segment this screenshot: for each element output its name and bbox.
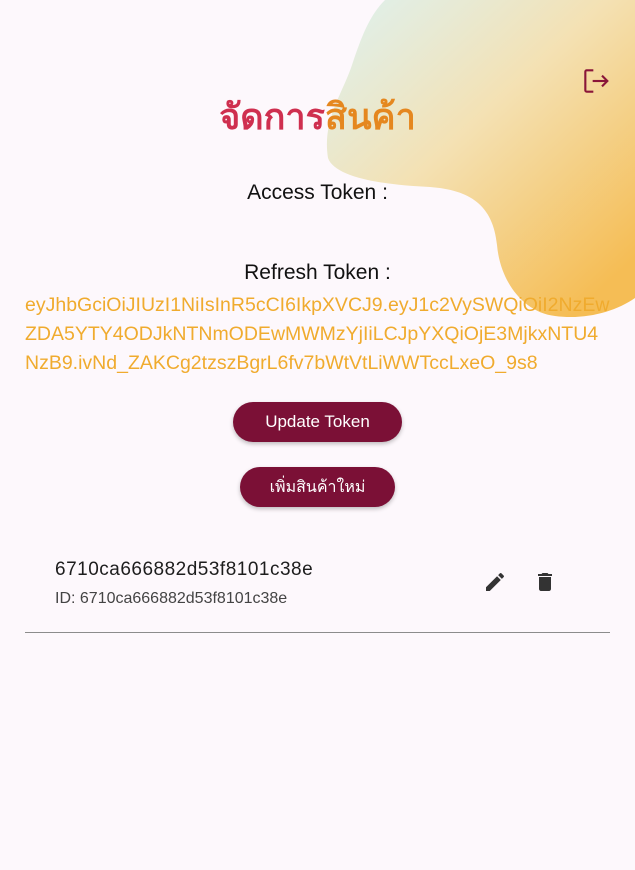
refresh-token-value: eyJhbGciOiJIUzI1NiIsInR5cCI6IkpXVCJ9.eyJ… [25,294,610,374]
pencil-icon [486,572,505,591]
edit-product-button[interactable] [480,567,510,597]
page-title-part-products: สินค้า [324,97,416,138]
product-id: ID: 6710ca666882d53f8101c38e [55,590,288,607]
page-title: จัดการสินค้า [0,90,635,146]
add-product-button[interactable]: เพิ่มสินค้าใหม่ [240,467,395,507]
update-token-button[interactable]: Update Token [233,402,402,442]
decorative-gradient-blob [326,0,635,318]
refresh-token-label: Refresh Token : [244,261,391,284]
page-title-part-manage: จัดการ [219,97,325,138]
product-name: 6710ca666882d53f8101c38e [55,559,314,580]
access-token-label: Access Token : [247,181,388,204]
trash-icon [538,573,552,591]
delete-product-button[interactable] [530,567,560,597]
product-list-item: 6710ca666882d53f8101c38e ID: 6710ca66688… [25,548,610,633]
